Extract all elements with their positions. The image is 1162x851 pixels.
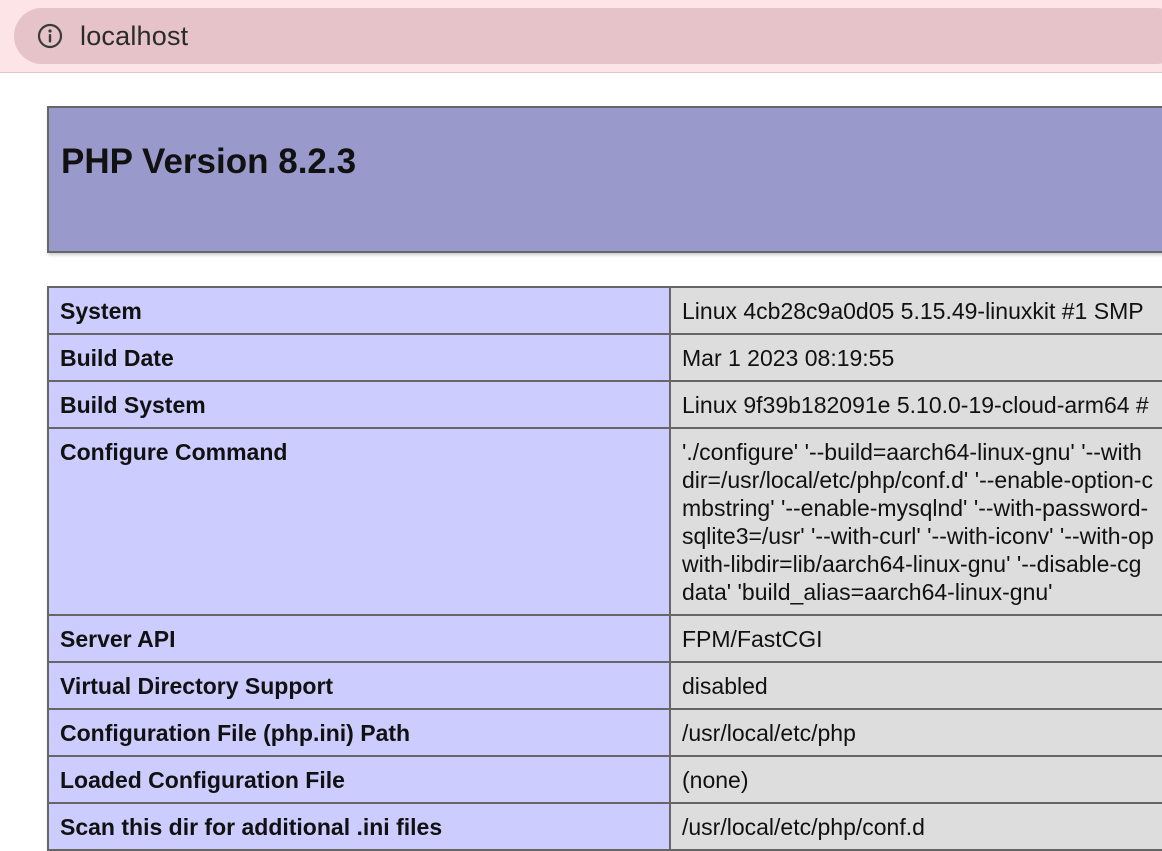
configure-line: './configure' '--build=aarch64-linux-gnu… <box>682 439 1142 465</box>
row-key: System <box>47 286 671 335</box>
row-value: FPM/FastCGI <box>669 614 1162 663</box>
configure-line: dir=/usr/local/etc/php/conf.d' '--enable… <box>682 467 1153 493</box>
row-value: /usr/local/etc/php/conf.d <box>669 802 1162 851</box>
configure-line: with-libdir=lib/aarch64-linux-gnu' '--di… <box>682 551 1142 577</box>
row-key: Configuration File (php.ini) Path <box>47 708 671 757</box>
configure-line: sqlite3=/usr' '--with-curl' '--with-icon… <box>682 523 1154 549</box>
configure-line: data' 'build_alias=aarch64-linux-gnu' <box>682 579 1053 605</box>
address-bar[interactable]: localhost <box>14 8 1162 64</box>
row-value: /usr/local/etc/php <box>669 708 1162 757</box>
table-row: Configure Command './configure' '--build… <box>47 427 1162 616</box>
row-value: disabled <box>669 661 1162 710</box>
row-value: './configure' '--build=aarch64-linux-gnu… <box>669 427 1162 616</box>
row-key: Server API <box>47 614 671 663</box>
page-title: PHP Version 8.2.3 <box>61 142 357 181</box>
table-row: Configuration File (php.ini) Path /usr/l… <box>47 708 1162 757</box>
row-key: Build Date <box>47 333 671 382</box>
row-key: Build System <box>47 380 671 429</box>
configure-line: mbstring' '--enable-mysqlnd' '--with-pas… <box>682 495 1149 521</box>
row-value: (none) <box>669 755 1162 804</box>
php-version-header: PHP Version 8.2.3 <box>47 106 1162 253</box>
row-value: Linux 9f39b182091e 5.10.0-19-cloud-arm64… <box>669 380 1162 429</box>
row-key: Configure Command <box>47 427 671 616</box>
row-key: Scan this dir for additional .ini files <box>47 802 671 851</box>
info-table: System Linux 4cb28c9a0d05 5.15.49-linuxk… <box>47 286 1162 851</box>
row-key: Virtual Directory Support <box>47 661 671 710</box>
browser-toolbar: localhost <box>0 0 1162 73</box>
table-row: Scan this dir for additional .ini files … <box>47 802 1162 851</box>
address-url[interactable]: localhost <box>80 21 188 52</box>
table-row: Server API FPM/FastCGI <box>47 614 1162 663</box>
table-row: Virtual Directory Support disabled <box>47 661 1162 710</box>
row-value: Mar 1 2023 08:19:55 <box>669 333 1162 382</box>
table-row: Loaded Configuration File (none) <box>47 755 1162 804</box>
table-row: System Linux 4cb28c9a0d05 5.15.49-linuxk… <box>47 286 1162 335</box>
table-row: Build System Linux 9f39b182091e 5.10.0-1… <box>47 380 1162 429</box>
info-circle-icon[interactable] <box>37 23 63 49</box>
row-key: Loaded Configuration File <box>47 755 671 804</box>
phpinfo-content: PHP Version 8.2.3 System Linux 4cb28c9a0… <box>47 106 1162 851</box>
row-value: Linux 4cb28c9a0d05 5.15.49-linuxkit #1 S… <box>669 286 1162 335</box>
table-row: Build Date Mar 1 2023 08:19:55 <box>47 333 1162 382</box>
